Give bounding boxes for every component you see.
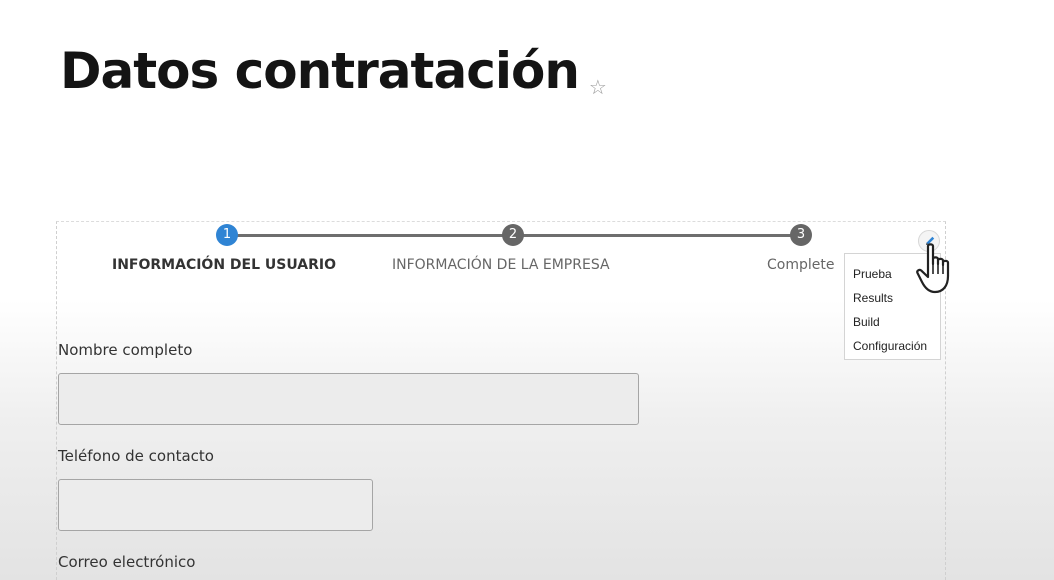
email-label: Correo electrónico bbox=[58, 553, 196, 571]
full-name-label: Nombre completo bbox=[58, 341, 193, 359]
component-context-menu: Prueba Results Build Configuración bbox=[844, 253, 941, 360]
page-header: Datos contratación ☆ bbox=[60, 36, 607, 106]
step-3-indicator[interactable]: 3 bbox=[790, 224, 812, 246]
phone-label: Teléfono de contacto bbox=[58, 447, 214, 465]
step-1-indicator[interactable]: 1 bbox=[216, 224, 238, 246]
menu-item-prueba[interactable]: Prueba bbox=[853, 262, 940, 286]
favorite-star-icon[interactable]: ☆ bbox=[589, 78, 607, 98]
step-1-label[interactable]: INFORMACIÓN DEL USUARIO bbox=[112, 256, 336, 274]
edit-component-button[interactable] bbox=[918, 230, 940, 252]
menu-item-build[interactable]: Build bbox=[853, 310, 940, 334]
step-2-label[interactable]: INFORMACIÓN DE LA EMPRESA bbox=[392, 256, 610, 274]
step-3-label[interactable]: Complete bbox=[767, 256, 834, 274]
page-title: Datos contratación bbox=[60, 42, 580, 100]
menu-item-results[interactable]: Results bbox=[853, 286, 940, 310]
menu-item-configuracion[interactable]: Configuración bbox=[853, 334, 940, 358]
phone-input[interactable] bbox=[58, 479, 373, 531]
full-name-input[interactable] bbox=[58, 373, 639, 425]
pencil-icon bbox=[926, 236, 935, 245]
step-2-indicator[interactable]: 2 bbox=[502, 224, 524, 246]
